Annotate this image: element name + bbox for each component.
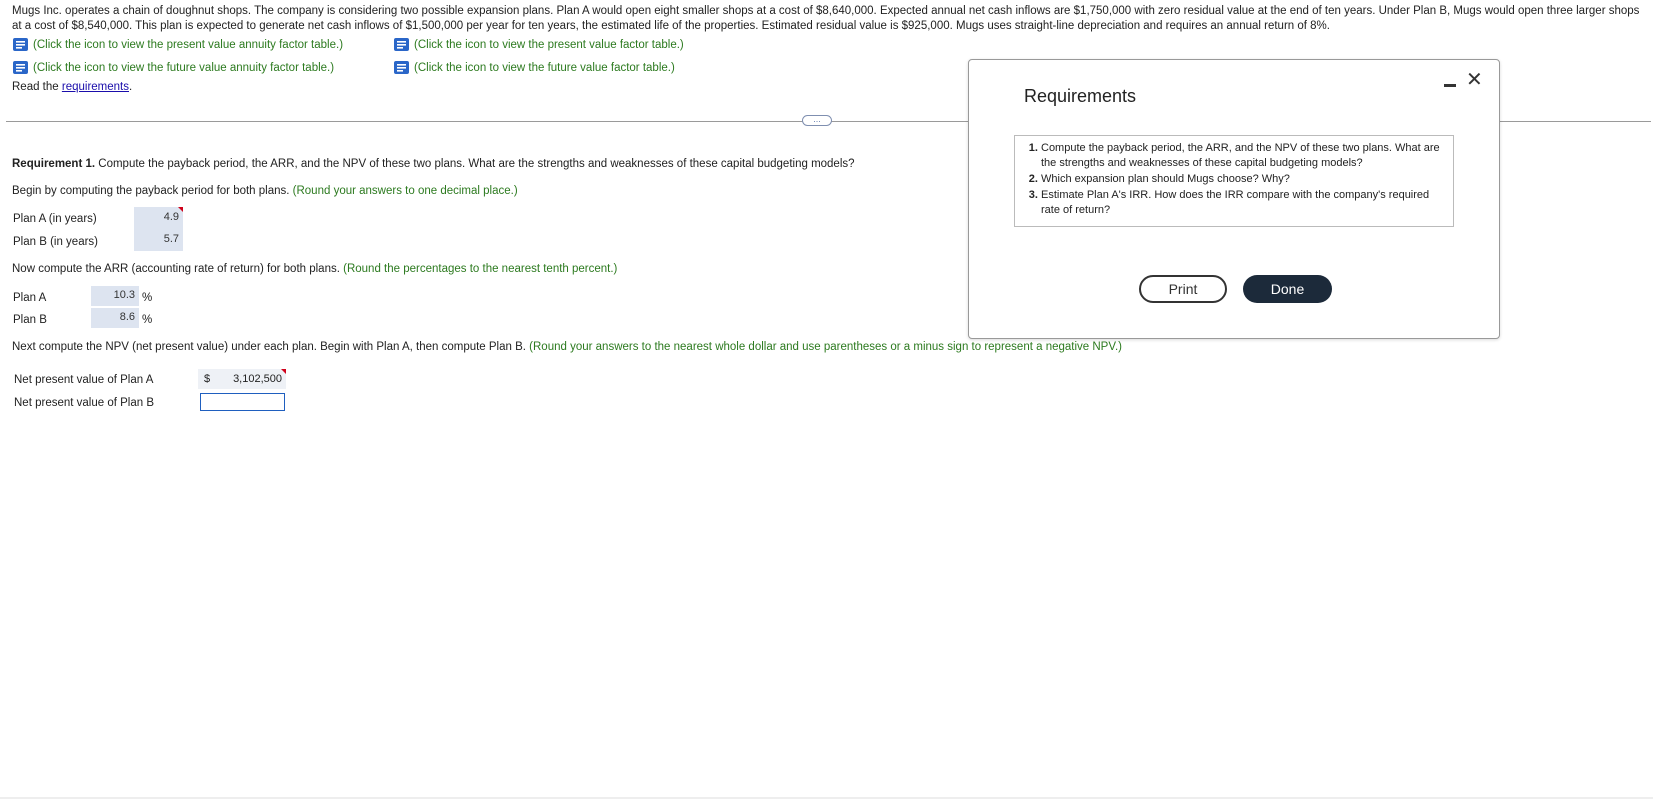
npv-plan-a-value: 3,102,500 bbox=[233, 373, 282, 385]
read-suffix: . bbox=[129, 81, 133, 93]
minimize-icon[interactable] bbox=[1444, 84, 1456, 87]
arr-plan-a-unit: % bbox=[142, 292, 153, 304]
payback-hint: (Round your answers to one decimal place… bbox=[292, 185, 518, 197]
npv-plan-a-currency: $ bbox=[204, 373, 211, 385]
npv-plan-a-input[interactable]: $ 3,102,500 bbox=[198, 369, 286, 389]
requirements-list-box: Compute the payback period, the ARR, and… bbox=[1014, 135, 1454, 227]
modal-title: Requirements bbox=[1024, 86, 1137, 106]
payback-plan-a-label: Plan A (in years) bbox=[13, 213, 97, 225]
problem-statement: Mugs Inc. operates a chain of doughnut s… bbox=[12, 5, 1640, 32]
requirement-item: Compute the payback period, the ARR, and… bbox=[1041, 141, 1445, 171]
fv-annuity-table-link[interactable]: (Click the icon to view the future value… bbox=[12, 60, 334, 75]
book-icon bbox=[13, 38, 28, 51]
payback-plan-b-input[interactable]: 5.7 bbox=[134, 229, 183, 251]
npv-plan-b-input[interactable] bbox=[200, 393, 285, 411]
book-icon bbox=[394, 38, 409, 51]
requirement-1-text: Requirement 1. Compute the payback perio… bbox=[12, 158, 855, 170]
bottom-border bbox=[0, 797, 1653, 799]
arr-plan-b-value: 8.6 bbox=[119, 311, 135, 323]
pv-factor-table-link[interactable]: (Click the icon to view the present valu… bbox=[393, 37, 684, 52]
requirement-item: Which expansion plan should Mugs choose?… bbox=[1041, 172, 1445, 187]
arr-intro: Now compute the ARR (accounting rate of … bbox=[12, 263, 344, 275]
requirements-link[interactable]: requirements bbox=[62, 81, 129, 93]
payback-plan-a-input[interactable]: 4.9 bbox=[134, 207, 183, 229]
payback-plan-b-value: 5.7 bbox=[163, 233, 179, 245]
feedback-flag-icon bbox=[178, 207, 183, 212]
fv-factor-table-link[interactable]: (Click the icon to view the future value… bbox=[393, 60, 675, 75]
fv-annuity-link-text: (Click the icon to view the future value… bbox=[33, 61, 335, 74]
arr-plan-a-value: 10.3 bbox=[113, 289, 135, 301]
requirement-1-label: Requirement 1. bbox=[12, 158, 96, 170]
pv-annuity-link-text: (Click the icon to view the present valu… bbox=[33, 38, 344, 51]
feedback-flag-icon bbox=[281, 369, 286, 374]
requirement-1-body: Compute the payback period, the ARR, and… bbox=[95, 158, 855, 170]
arr-plan-b-input[interactable]: 8.6 bbox=[91, 308, 139, 328]
close-icon[interactable]: ✕ bbox=[1466, 70, 1483, 90]
arr-plan-a-label: Plan A bbox=[13, 292, 47, 304]
read-requirements-line: Read the requirements. bbox=[12, 81, 132, 93]
done-button[interactable]: Done bbox=[1243, 275, 1332, 303]
arr-hint: (Round the percentages to the nearest te… bbox=[343, 263, 618, 275]
pv-factor-link-text: (Click the icon to view the present valu… bbox=[414, 38, 684, 51]
arr-plan-a-input[interactable]: 10.3 bbox=[91, 286, 139, 306]
npv-hint: (Round your answers to the nearest whole… bbox=[529, 341, 1122, 353]
requirements-modal: Requirements ✕ Compute the payback perio… bbox=[968, 59, 1500, 339]
pv-annuity-table-link[interactable]: (Click the icon to view the present valu… bbox=[12, 37, 343, 52]
npv-plan-a-label: Net present value of Plan A bbox=[14, 374, 154, 386]
requirements-list: Compute the payback period, the ARR, and… bbox=[1023, 141, 1445, 218]
print-button[interactable]: Print bbox=[1139, 275, 1227, 303]
npv-intro: Next compute the NPV (net present value)… bbox=[12, 341, 530, 353]
payback-instruction: Begin by computing the payback period fo… bbox=[12, 185, 518, 197]
arr-plan-b-unit: % bbox=[142, 314, 153, 326]
expand-handle[interactable]: … bbox=[802, 115, 832, 126]
book-icon bbox=[13, 61, 28, 74]
requirement-item: Estimate Plan A's IRR. How does the IRR … bbox=[1041, 188, 1445, 218]
npv-instruction: Next compute the NPV (net present value)… bbox=[12, 341, 1122, 353]
fv-factor-link-text: (Click the icon to view the future value… bbox=[414, 61, 675, 74]
payback-plan-b-label: Plan B (in years) bbox=[13, 236, 99, 248]
arr-instruction: Now compute the ARR (accounting rate of … bbox=[12, 263, 617, 275]
payback-intro: Begin by computing the payback period fo… bbox=[12, 185, 293, 197]
book-icon bbox=[394, 61, 409, 74]
arr-plan-b-label: Plan B bbox=[13, 314, 47, 326]
payback-plan-a-value: 4.9 bbox=[163, 211, 179, 223]
npv-plan-b-label: Net present value of Plan B bbox=[14, 397, 154, 409]
read-prefix: Read the bbox=[12, 81, 62, 93]
